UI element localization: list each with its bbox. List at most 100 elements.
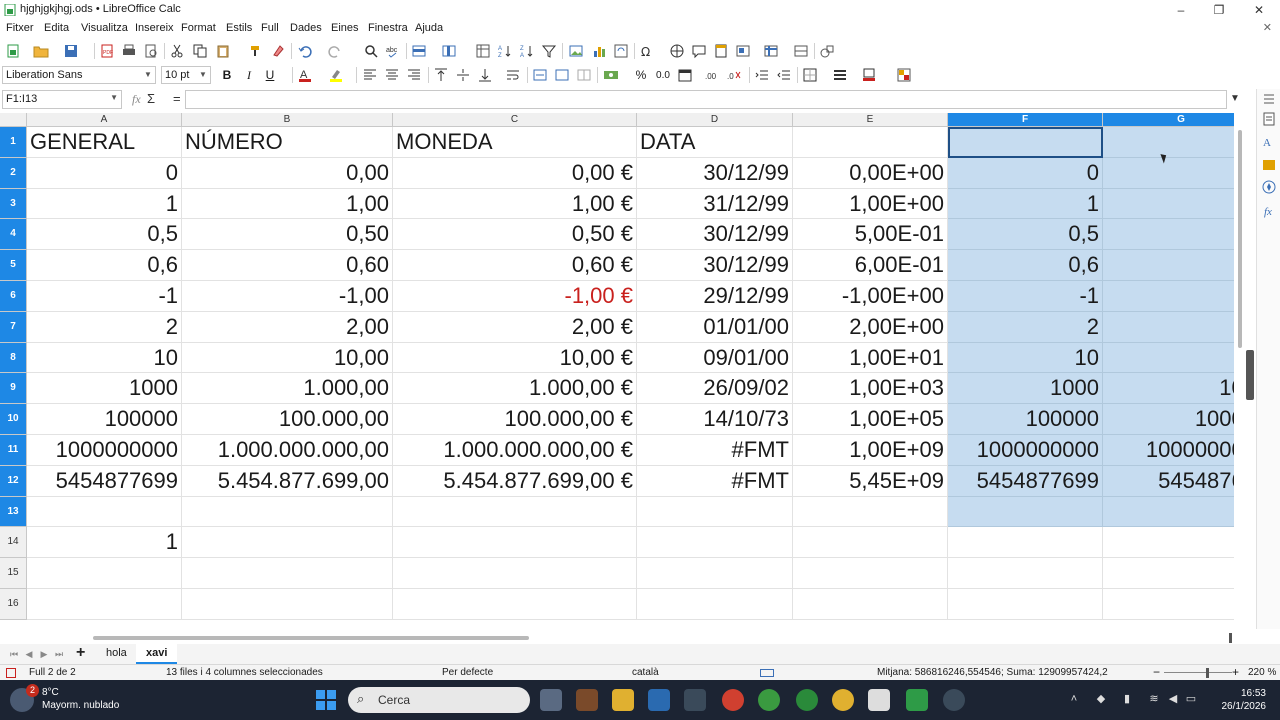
cell-b8[interactable]: 10,00 <box>182 342 393 374</box>
taskbar-app-icon[interactable] <box>943 689 965 711</box>
menu-ajuda[interactable]: Ajuda <box>415 22 443 34</box>
cell-g13[interactable] <box>1103 496 1234 528</box>
cell-g14[interactable] <box>1103 527 1234 559</box>
formula-equals-icon[interactable]: = <box>173 91 181 106</box>
maximize-button[interactable]: ❐ <box>1200 0 1238 20</box>
cell-c13[interactable] <box>393 496 637 528</box>
file-explorer-icon[interactable] <box>612 689 634 711</box>
gallery-icon[interactable] <box>1261 157 1277 173</box>
cell-d3[interactable]: 31/12/99 <box>637 188 793 220</box>
new-document-icon[interactable] <box>4 42 22 60</box>
cell-b2[interactable]: 0,00 <box>182 157 393 189</box>
sum-average-info[interactable]: Mitjana: 586816246,554546; Suma: 1290995… <box>877 667 1108 678</box>
cell-a9[interactable]: 1000 <box>27 373 182 405</box>
column-header-f[interactable]: F <box>948 113 1103 127</box>
row-header-8[interactable]: 8 <box>0 342 27 374</box>
headers-icon[interactable] <box>474 42 492 60</box>
highlight-color-icon[interactable] <box>327 66 345 84</box>
cell-a11[interactable]: 1000000000 <box>27 435 182 466</box>
previous-sheet-icon[interactable]: ◀ <box>23 648 35 660</box>
cell-e11[interactable]: 1,00E+09 <box>793 435 948 466</box>
cell-f2[interactable]: 0 <box>948 157 1103 189</box>
row-header-14[interactable]: 14 <box>0 527 27 559</box>
cell-g12[interactable]: 54548769 <box>1103 465 1234 497</box>
cell-d10[interactable]: 14/10/73 <box>637 404 793 435</box>
zoom-slider[interactable] <box>1164 672 1232 673</box>
column-header-d[interactable]: D <box>637 113 793 127</box>
chevron-down-icon[interactable]: ▼ <box>197 68 209 82</box>
cell-d12[interactable]: #FMT <box>637 465 793 497</box>
bold-button[interactable]: B <box>218 66 236 84</box>
cell-c7[interactable]: 2,00 € <box>393 311 637 343</box>
clear-formatting-icon[interactable] <box>269 42 287 60</box>
sheet-tab-hola[interactable]: hola <box>96 644 137 664</box>
cell-a14[interactable]: 1 <box>27 527 182 559</box>
cell-e3[interactable]: 1,00E+00 <box>793 188 948 220</box>
font-color-icon[interactable]: A <box>296 66 314 84</box>
column-header-g[interactable]: G <box>1103 113 1234 127</box>
cell-d11[interactable]: #FMT <box>637 435 793 466</box>
conditional-format-icon[interactable] <box>895 66 913 84</box>
sidebar-menu-icon[interactable] <box>1261 91 1277 107</box>
task-view-icon[interactable] <box>540 689 562 711</box>
row-header-10[interactable]: 10 <box>0 404 27 435</box>
row-header-4[interactable]: 4 <box>0 219 27 251</box>
row-header-15[interactable]: 15 <box>0 558 27 589</box>
row-header-1[interactable]: 1 <box>0 127 27 158</box>
cell-f4[interactable]: 0,5 <box>948 219 1103 251</box>
cell-e4[interactable]: 5,00E-01 <box>793 219 948 251</box>
cell-b4[interactable]: 0,50 <box>182 219 393 251</box>
show-hidden-icons-icon[interactable]: ˄ <box>1067 692 1081 706</box>
cell-b5[interactable]: 0,60 <box>182 250 393 281</box>
cell-f5[interactable]: 0,6 <box>948 250 1103 281</box>
cell-b6[interactable]: -1,00 <box>182 281 393 312</box>
column-header-c[interactable]: C <box>393 113 637 127</box>
cell-b13[interactable] <box>182 496 393 528</box>
decrease-indent-icon[interactable] <box>775 66 793 84</box>
chevron-down-icon[interactable]: ▼ <box>110 93 118 102</box>
next-sheet-icon[interactable]: ▶ <box>38 648 50 660</box>
split-window-icon[interactable] <box>792 42 810 60</box>
menu-finestra[interactable]: Finestra <box>368 22 408 34</box>
cell-b15[interactable] <box>182 558 393 589</box>
align-left-icon[interactable] <box>361 66 379 84</box>
cell-a7[interactable]: 2 <box>27 311 182 343</box>
cell-d6[interactable]: 29/12/99 <box>637 281 793 312</box>
center-vertically-icon[interactable] <box>454 66 472 84</box>
microphone-icon[interactable]: ▮ <box>1120 692 1134 706</box>
row-icon[interactable] <box>410 42 428 60</box>
taskbar-search[interactable]: ⌕ Cerca <box>348 687 530 713</box>
copy-icon[interactable] <box>191 42 209 60</box>
wrap-text-icon[interactable] <box>504 66 522 84</box>
close-document-icon[interactable]: ✕ <box>1263 21 1272 34</box>
row-header-6[interactable]: 6 <box>0 281 27 312</box>
selection-mode-icon[interactable] <box>760 669 774 677</box>
menu-edita[interactable]: Edita <box>44 22 69 34</box>
insert-image-icon[interactable] <box>567 42 585 60</box>
cell-g9[interactable]: 100 <box>1103 373 1234 405</box>
cell-f16[interactable] <box>948 589 1103 620</box>
cell-c5[interactable]: 0,60 € <box>393 250 637 281</box>
row-header-12[interactable]: 12 <box>0 465 27 497</box>
column-icon[interactable] <box>440 42 458 60</box>
cell-c16[interactable] <box>393 589 637 620</box>
zoom-in-button[interactable]: + <box>1232 665 1239 679</box>
cell-b11[interactable]: 1.000.000.000,00 <box>182 435 393 466</box>
chrome-icon[interactable] <box>832 689 854 711</box>
border-style-icon[interactable] <box>831 66 849 84</box>
sum-icon[interactable]: Σ <box>147 91 155 106</box>
row-header-13[interactable]: 13 <box>0 496 27 528</box>
cell-e15[interactable] <box>793 558 948 589</box>
cell-e6[interactable]: -1,00E+00 <box>793 281 948 312</box>
spreadsheet-grid[interactable]: A B C D E F G 1 GENERAL NÚMERO MONEDA DATA 2 0 0,00 0,0… <box>0 113 1234 631</box>
row-header-11[interactable]: 11 <box>0 435 27 466</box>
font-name-combo[interactable]: Liberation Sans ▼ <box>2 66 156 84</box>
cell-g3[interactable] <box>1103 188 1234 220</box>
menu-insereix[interactable]: Insereix <box>135 22 174 34</box>
zoom-out-button[interactable]: − <box>1153 665 1160 679</box>
export-pdf-icon[interactable]: PDF <box>98 42 116 60</box>
cell-a8[interactable]: 10 <box>27 342 182 374</box>
chrome-icon[interactable] <box>758 689 780 711</box>
cell-f11[interactable]: 1000000000 <box>948 435 1103 466</box>
security-icon[interactable]: ◆ <box>1094 692 1108 706</box>
